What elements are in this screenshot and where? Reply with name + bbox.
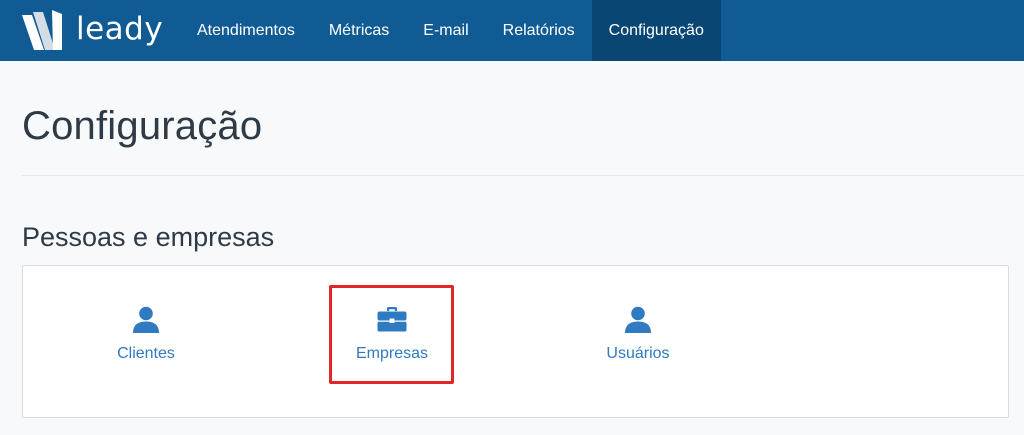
- leady-logo-icon: [22, 9, 62, 50]
- usuarios-label: Usuários: [606, 345, 670, 362]
- user-icon: [623, 304, 653, 334]
- nav-item-atendimentos[interactable]: Atendimentos: [180, 0, 312, 61]
- people-companies-card: Clientes Empresas Usuários: [22, 265, 1009, 418]
- empresas-link[interactable]: Empresas: [327, 266, 457, 419]
- main-nav: Atendimentos Métricas E-mail Relatórios …: [180, 0, 721, 61]
- empresas-label: Empresas: [355, 345, 429, 362]
- top-navbar: leady Atendimentos Métricas E-mail Relat…: [0, 0, 1024, 61]
- brand-logo[interactable]: leady: [0, 0, 180, 61]
- clientes-label: Clientes: [117, 345, 175, 362]
- usuarios-link[interactable]: Usuários: [573, 266, 703, 419]
- page-title: Configuração: [22, 104, 263, 148]
- user-icon: [131, 304, 161, 334]
- section-title: Pessoas e empresas: [22, 222, 275, 252]
- nav-item-relatorios[interactable]: Relatórios: [486, 0, 592, 61]
- nav-item-metricas[interactable]: Métricas: [312, 0, 406, 61]
- title-divider: [22, 175, 1024, 176]
- nav-item-email[interactable]: E-mail: [406, 0, 485, 61]
- clientes-link[interactable]: Clientes: [81, 266, 211, 419]
- brand-name: leady: [76, 10, 164, 47]
- briefcase-icon: [377, 304, 407, 334]
- nav-item-configuracao[interactable]: Configuração: [591, 0, 721, 61]
